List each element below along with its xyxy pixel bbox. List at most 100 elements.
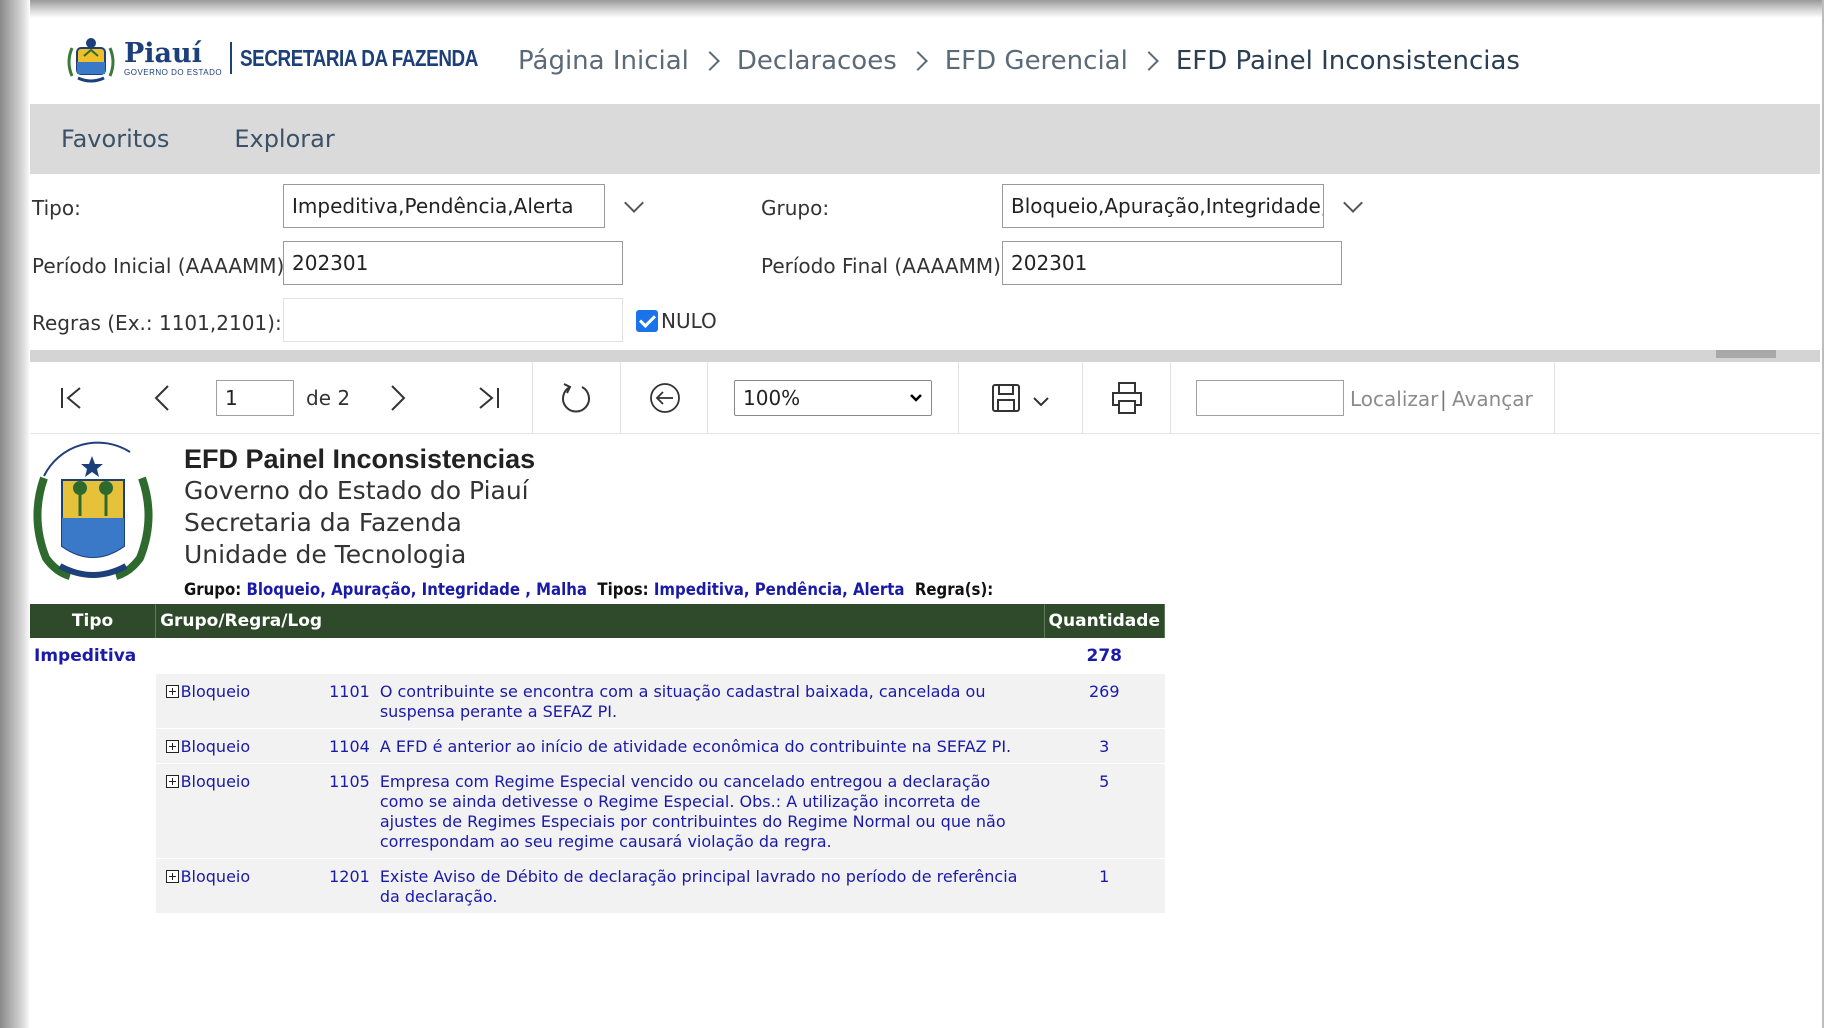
chevron-right-icon: [1138, 51, 1159, 71]
toolbar-divider: [532, 362, 533, 434]
toolbar-divider: [1170, 362, 1171, 434]
grupo-select[interactable]: Bloqueio,Apuração,Integridade,Ma: [1002, 184, 1324, 228]
zoom-select[interactable]: 100%: [734, 380, 932, 416]
logo-secretaria: SECRETARIA DA FAZENDA: [240, 44, 479, 71]
expand-plus-icon[interactable]: [165, 870, 179, 883]
row-descricao: Existe Aviso de Débito de declaração pri…: [373, 858, 1045, 914]
find-input[interactable]: [1196, 380, 1344, 416]
report-line-governo: Governo do Estado do Piauí: [184, 476, 529, 505]
group-tipo: Impeditiva: [34, 646, 137, 666]
table-row: Bloqueio 1104 A EFD é anterior ao início d…: [30, 728, 1165, 764]
parameters-splitter[interactable]: [30, 350, 1820, 362]
group-row-impeditiva: Impeditiva 278: [30, 638, 1165, 674]
tipo-label: Tipo:: [32, 196, 81, 220]
row-regra: 1201: [300, 858, 374, 914]
expand-plus-icon[interactable]: [165, 775, 179, 788]
row-grupo: Bloqueio: [180, 772, 251, 791]
row-grupo: Bloqueio: [180, 737, 251, 756]
row-grupo: Bloqueio: [180, 867, 251, 886]
find-next-link[interactable]: Avançar: [1452, 387, 1533, 411]
filter-tipos-label: Tipos:: [597, 580, 649, 600]
toolbar-divider: [1554, 362, 1555, 434]
report-body: EFD Painel Inconsistencias Governo do Es…: [30, 434, 1820, 1028]
row-grupo-toggle[interactable]: Bloqueio: [155, 728, 301, 764]
page-count-label: de 2: [306, 386, 351, 410]
filter-tipos-value: Impeditiva, Pendência, Alerta: [653, 580, 905, 600]
nav-bar: Favoritos Explorar: [30, 104, 1820, 174]
print-icon[interactable]: [1110, 380, 1144, 416]
row-regra: 1101: [300, 674, 374, 729]
grupo-dropdown-chevron-icon[interactable]: [1343, 193, 1363, 213]
expand-plus-icon[interactable]: [165, 685, 179, 698]
chevron-right-icon: [907, 51, 928, 71]
table-header-row: Tipo Grupo/Regra/Log Quantidade: [30, 604, 1166, 638]
site-header: Piauí GOVERNO DO ESTADO SECRETARIA DA FA…: [30, 18, 1820, 104]
sefaz-logo[interactable]: Piauí GOVERNO DO ESTADO SECRETARIA DA FA…: [64, 32, 530, 84]
row-quantidade: 269: [1044, 674, 1165, 729]
row-descricao: O contribuinte se encontra com a situaçã…: [373, 674, 1045, 729]
row-regra: 1104: [300, 728, 374, 764]
nav-explorar[interactable]: Explorar: [234, 125, 334, 153]
breadcrumb-efd-gerencial[interactable]: EFD Gerencial: [945, 46, 1128, 76]
tipo-dropdown-chevron-icon[interactable]: [624, 193, 644, 213]
regras-label: Regras (Ex.: 1101,2101):: [32, 311, 282, 335]
row-grupo-toggle[interactable]: Bloqueio: [155, 763, 301, 859]
inconsistencias-table: Tipo Grupo/Regra/Log Quantidade Impediti…: [30, 604, 1166, 914]
column-header-quantidade: Quantidade: [1044, 604, 1166, 638]
save-icon[interactable]: [990, 382, 1022, 414]
periodo-final-input[interactable]: 202301: [1002, 241, 1342, 285]
last-page-icon[interactable]: [474, 384, 502, 412]
find-separator: |: [1440, 387, 1447, 411]
logo-subtitle: GOVERNO DO ESTADO: [124, 67, 223, 77]
expand-plus-icon[interactable]: [165, 740, 179, 753]
report-title: EFD Painel Inconsistencias: [184, 444, 536, 474]
nulo-checkbox[interactable]: [636, 310, 658, 332]
breadcrumb-home[interactable]: Página Inicial: [518, 46, 689, 76]
row-quantidade: 3: [1044, 728, 1165, 764]
next-page-icon[interactable]: [384, 384, 412, 412]
collapse-handle-icon[interactable]: [1716, 350, 1776, 358]
breadcrumb-declaracoes[interactable]: Declaracoes: [737, 46, 897, 76]
find-link[interactable]: Localizar: [1350, 387, 1438, 411]
report-filter-summary: Grupo: Bloqueio, Apuração, Integridade ,…: [184, 580, 993, 600]
breadcrumb-current: EFD Painel Inconsistencias: [1175, 46, 1520, 76]
export-dropdown-chevron-icon[interactable]: [1032, 396, 1050, 408]
toolbar-divider: [707, 362, 708, 434]
zoom-value: 100%: [743, 386, 801, 410]
row-regra: 1105: [300, 763, 374, 859]
logo-divider: [230, 42, 233, 74]
first-page-icon[interactable]: [58, 384, 86, 412]
row-descricao: A EFD é anterior ao início de atividade …: [373, 728, 1045, 764]
periodo-inicial-input[interactable]: 202301: [283, 241, 623, 285]
row-grupo-toggle[interactable]: Bloqueio: [155, 858, 301, 914]
nulo-label: NULO: [661, 309, 717, 333]
row-grupo-toggle[interactable]: Bloqueio: [155, 674, 301, 729]
piaui-coat-of-arms-icon: [33, 441, 153, 580]
row-grupo: Bloqueio: [180, 682, 251, 701]
back-icon[interactable]: [647, 380, 683, 416]
column-header-tipo: Tipo: [30, 604, 157, 638]
window-shadow-left: [0, 0, 30, 1028]
row-quantidade: 5: [1044, 763, 1165, 859]
filter-grupo-label: Grupo:: [184, 580, 242, 600]
refresh-icon[interactable]: [558, 380, 594, 416]
regras-input[interactable]: [283, 298, 623, 342]
periodo-final-label: Período Final (AAAAMM):: [761, 254, 1008, 278]
group-total: 278: [1086, 646, 1123, 666]
report-viewer-page: Piauí GOVERNO DO ESTADO SECRETARIA DA FA…: [30, 18, 1820, 1028]
prev-page-icon[interactable]: [148, 384, 176, 412]
chevron-down-icon: [910, 394, 922, 402]
piaui-emblem-icon: [67, 38, 115, 83]
toolbar-divider: [1082, 362, 1083, 434]
filter-grupo-value: Bloqueio, Apuração, Integridade , Malha: [246, 580, 587, 600]
window-shadow-top: [0, 0, 1824, 18]
toolbar-divider: [620, 362, 621, 434]
nav-favoritos[interactable]: Favoritos: [61, 125, 169, 153]
table-row: Bloqueio 1105 Empresa com Regime Especial …: [30, 763, 1165, 859]
column-header-grupo-regra-log: Grupo/Regra/Log: [155, 604, 1045, 638]
table-row: Bloqueio 1201 Existe Aviso de Débito de de…: [30, 858, 1165, 914]
tipo-select[interactable]: Impeditiva,Pendência,Alerta: [283, 184, 605, 228]
row-quantidade: 1: [1044, 858, 1165, 914]
page-number-input[interactable]: 1: [216, 380, 294, 416]
row-descricao: Empresa com Regime Especial vencido ou c…: [373, 763, 1045, 859]
